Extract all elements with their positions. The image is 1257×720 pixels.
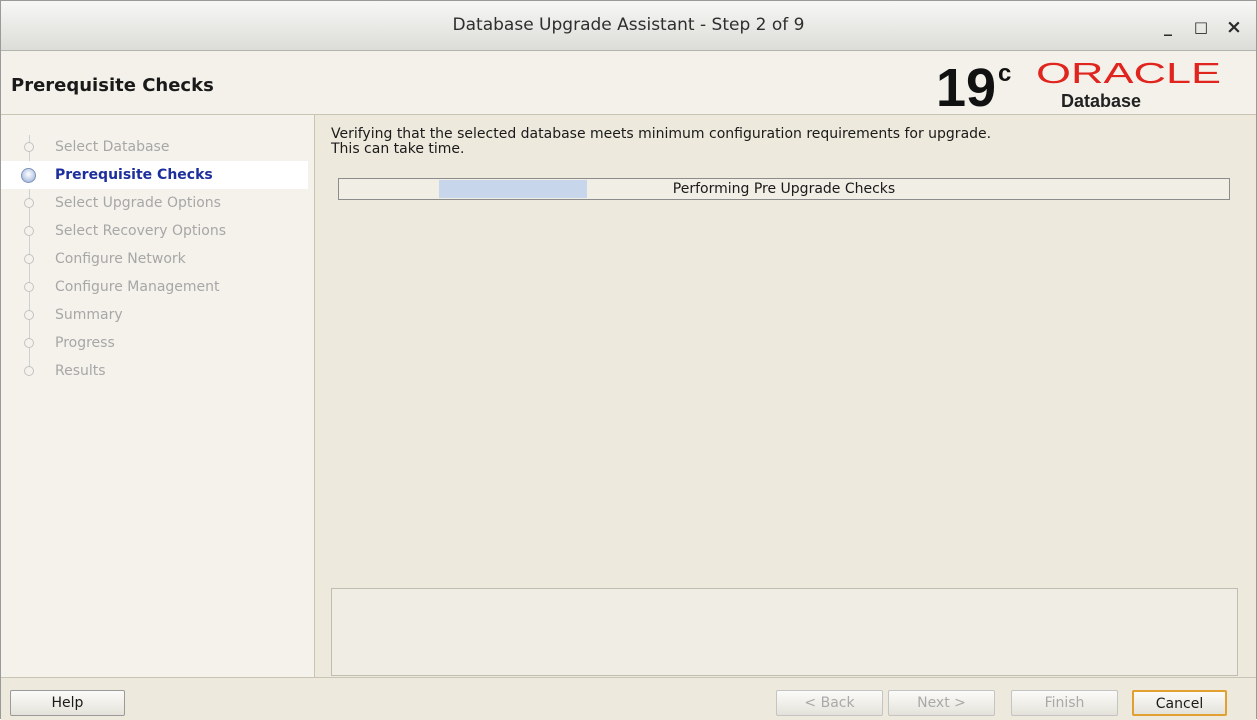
- steps-sidebar: Select Database Prerequisite Checks Select…: [1, 115, 315, 677]
- step-indicator-icon: [24, 282, 34, 292]
- help-button-label: Help: [51, 695, 84, 711]
- step-item[interactable]: Select Recovery Options: [1, 217, 308, 245]
- cancel-button-label: Cancel: [1155, 696, 1204, 712]
- description-line-1: Verifying that the selected database mee…: [331, 126, 992, 142]
- next-button[interactable]: Next >: [888, 690, 995, 716]
- page-title: Prerequisite Checks: [11, 75, 214, 96]
- step-item[interactable]: Configure Network: [1, 245, 308, 273]
- logo-brand: ORACLE: [1036, 58, 1221, 90]
- window-title: Database Upgrade Assistant - Step 2 of 9: [452, 15, 805, 35]
- step-indicator-icon: [24, 198, 34, 208]
- next-button-label: Next >: [917, 695, 966, 711]
- step-label: Summary: [55, 307, 123, 323]
- step-label: Select Database: [55, 139, 170, 155]
- back-button[interactable]: < Back: [776, 690, 883, 716]
- step-label: Prerequisite Checks: [55, 167, 213, 183]
- title-bar[interactable]: Database Upgrade Assistant - Step 2 of 9…: [1, 1, 1256, 51]
- step-indicator-icon: [24, 310, 34, 320]
- back-button-label: < Back: [804, 695, 855, 711]
- step-indicator-icon: [24, 366, 34, 376]
- step-indicator-icon: [24, 254, 34, 264]
- button-bar: Help < Back Next > Finish Cancel: [1, 677, 1256, 720]
- step-label: Results: [55, 363, 106, 379]
- help-button[interactable]: Help: [10, 690, 125, 716]
- page-header: Prerequisite Checks 19 c ORACLE Database: [1, 51, 1256, 115]
- main-content: Verifying that the selected database mee…: [331, 127, 1241, 157]
- minimize-icon[interactable]: _: [1157, 16, 1179, 38]
- description-line-2: This can take time.: [331, 141, 465, 157]
- step-label: Configure Network: [55, 251, 186, 267]
- progress-label: Performing Pre Upgrade Checks: [672, 181, 896, 197]
- logo-product: Database: [1061, 91, 1141, 111]
- step-item[interactable]: Select Upgrade Options: [1, 189, 308, 217]
- step-label: Select Recovery Options: [55, 223, 227, 239]
- oracle-19c-logo: 19 c ORACLE Database: [936, 58, 1221, 111]
- step-item[interactable]: Results: [1, 357, 308, 385]
- step-item[interactable]: Configure Management: [1, 273, 308, 301]
- logo-version-sup: c: [998, 60, 1011, 87]
- step-label: Configure Management: [55, 279, 220, 295]
- step-item[interactable]: Select Database: [1, 133, 308, 161]
- step-item[interactable]: Prerequisite Checks: [1, 161, 308, 189]
- step-indicator-icon: [21, 168, 36, 183]
- maximize-icon[interactable]: □: [1190, 16, 1212, 38]
- step-label: Progress: [55, 335, 115, 351]
- messages-pane[interactable]: [331, 588, 1238, 676]
- dbua-window: Database Upgrade Assistant - Step 2 of 9…: [0, 0, 1257, 720]
- finish-button[interactable]: Finish: [1011, 690, 1118, 716]
- logo-version: 19: [936, 58, 996, 111]
- step-indicator-icon: [24, 338, 34, 348]
- close-icon[interactable]: ×: [1223, 16, 1245, 38]
- step-item[interactable]: Progress: [1, 329, 308, 357]
- step-item[interactable]: Summary: [1, 301, 308, 329]
- step-indicator-icon: [24, 142, 34, 152]
- progress-bar: Performing Pre Upgrade Checks: [338, 178, 1230, 200]
- step-indicator-icon: [24, 226, 34, 236]
- cancel-button[interactable]: Cancel: [1132, 690, 1227, 716]
- finish-button-label: Finish: [1044, 695, 1085, 711]
- step-label: Select Upgrade Options: [55, 195, 221, 211]
